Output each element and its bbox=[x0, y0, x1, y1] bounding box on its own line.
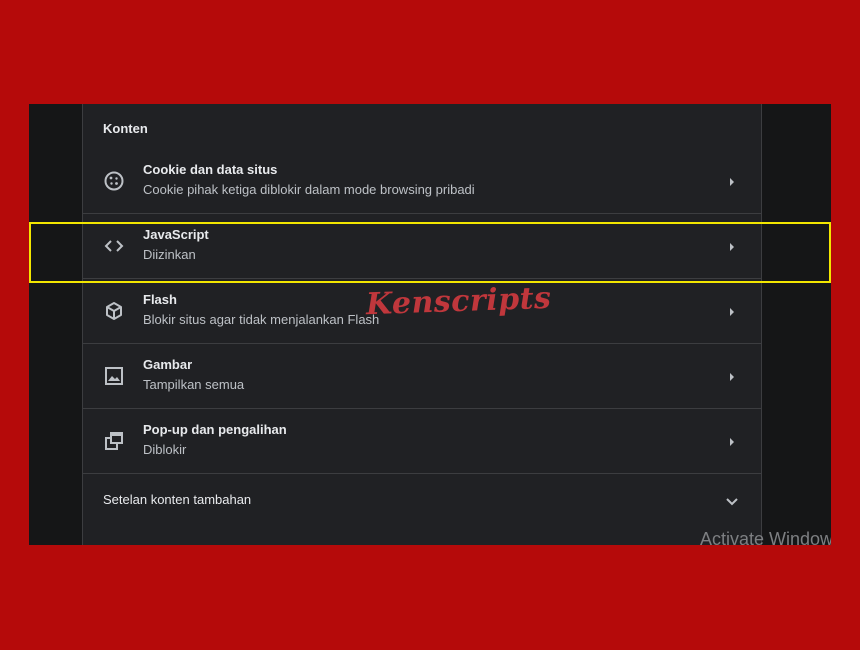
additional-settings-label: Setelan konten tambahan bbox=[103, 492, 252, 507]
activate-windows-watermark: Activate Windows bbox=[700, 529, 831, 545]
images-title: Gambar bbox=[143, 357, 193, 372]
popups-subtitle: Diblokir bbox=[143, 442, 187, 457]
popups-row[interactable]: Pop-up dan pengalihan Diblokir bbox=[83, 410, 761, 474]
popups-title: Pop-up dan pengalihan bbox=[143, 422, 287, 437]
flash-title: Flash bbox=[143, 292, 177, 307]
popup-icon bbox=[103, 430, 125, 452]
arrow-right-icon bbox=[728, 307, 736, 317]
flash-subtitle: Blokir situs agar tidak menjalankan Flas… bbox=[143, 312, 380, 327]
section-title: Konten bbox=[103, 121, 148, 136]
cookie-icon bbox=[103, 170, 125, 192]
image-icon bbox=[103, 365, 125, 387]
cookies-row[interactable]: Cookie dan data situs Cookie pihak ketig… bbox=[83, 150, 761, 214]
content-settings-panel: Konten Cookie dan data situs Cookie piha… bbox=[82, 104, 762, 545]
chevron-down-icon bbox=[725, 494, 739, 506]
arrow-right-icon bbox=[728, 177, 736, 187]
cube-icon bbox=[103, 300, 125, 322]
javascript-highlight-box bbox=[29, 222, 831, 283]
settings-screenshot: Konten Cookie dan data situs Cookie piha… bbox=[29, 104, 831, 545]
kenscripts-watermark: Kenscripts bbox=[365, 280, 552, 323]
additional-content-settings[interactable]: Setelan konten tambahan bbox=[83, 474, 761, 524]
arrow-right-icon bbox=[728, 437, 736, 447]
images-row[interactable]: Gambar Tampilkan semua bbox=[83, 345, 761, 409]
images-subtitle: Tampilkan semua bbox=[143, 377, 245, 392]
arrow-right-icon bbox=[728, 372, 736, 382]
cookies-subtitle: Cookie pihak ketiga diblokir dalam mode … bbox=[143, 182, 475, 197]
cookies-title: Cookie dan data situs bbox=[143, 162, 278, 177]
